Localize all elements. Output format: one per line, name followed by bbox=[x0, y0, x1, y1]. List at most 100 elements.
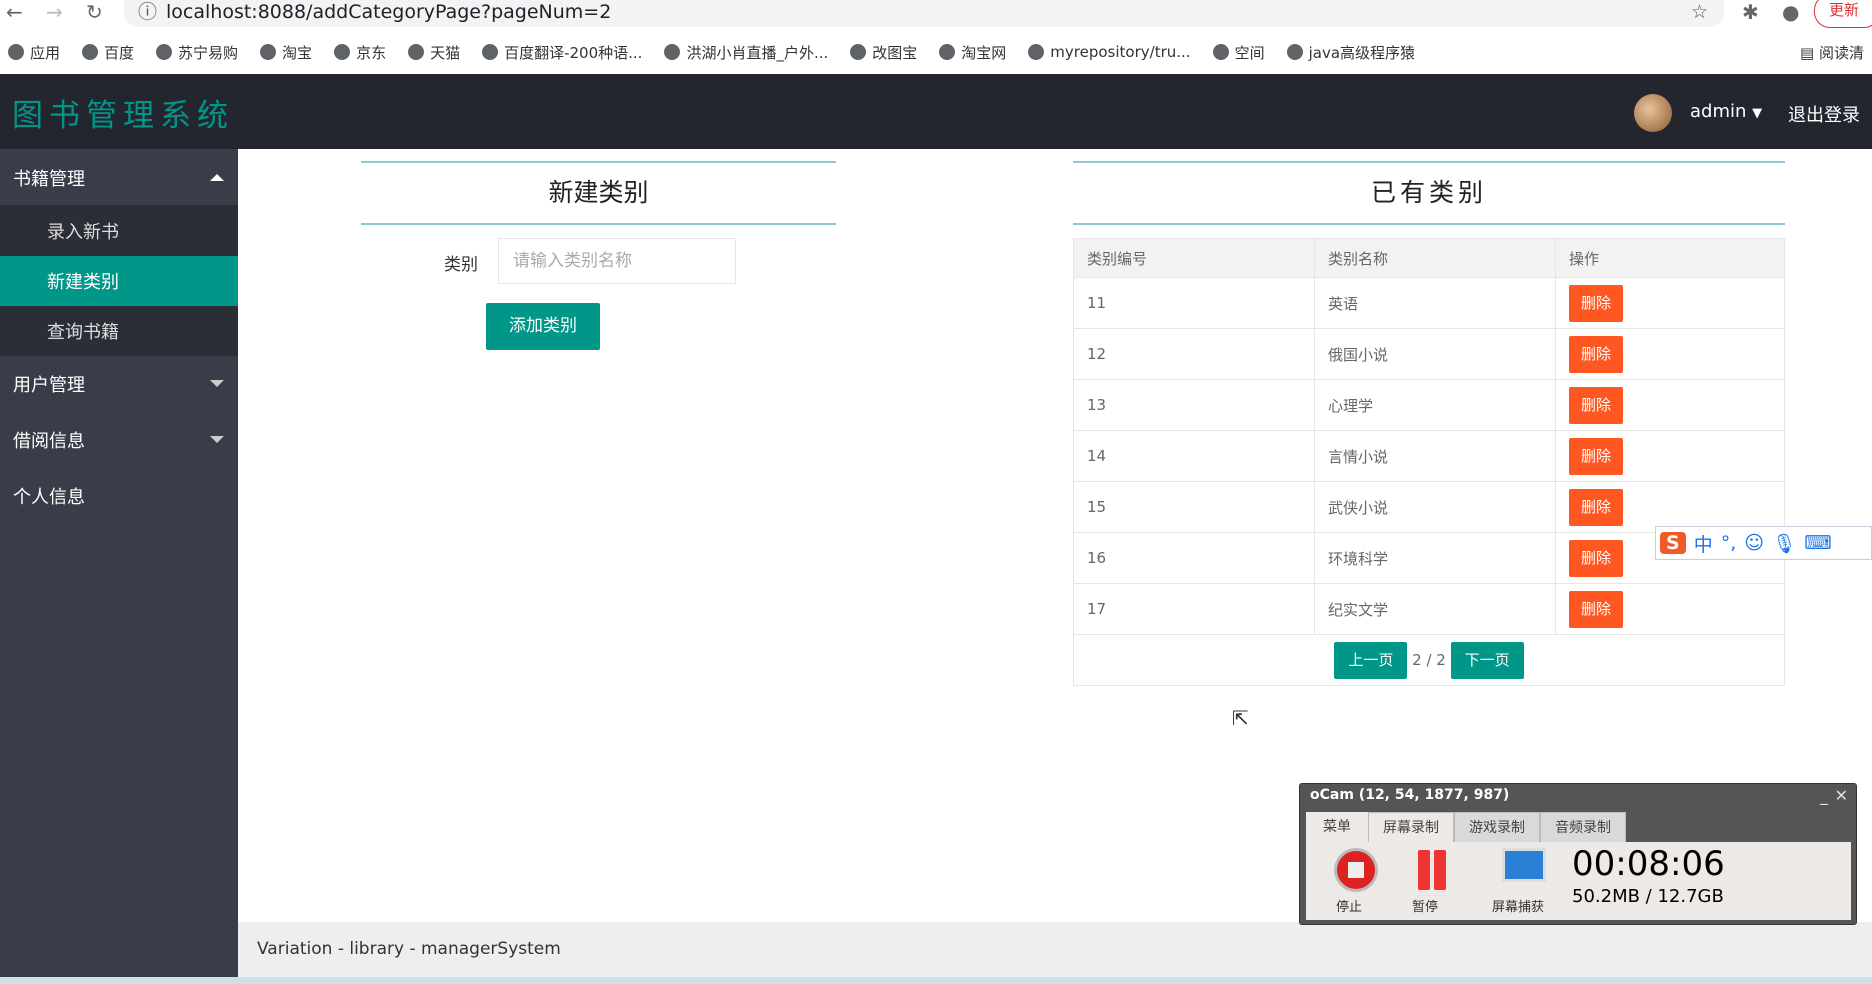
ocam-tab-menu[interactable]: 菜单 bbox=[1306, 812, 1368, 842]
bookmark-item[interactable]: 百度翻译-200种语... bbox=[482, 42, 642, 63]
pagination: 上一页 2 / 2 下一页 bbox=[1073, 634, 1785, 686]
actions-cell: 删除 bbox=[1555, 583, 1785, 635]
bookmark-item[interactable]: 京东 bbox=[334, 42, 386, 63]
pause-label: 暂停 bbox=[1412, 900, 1439, 915]
forward-icon[interactable]: → bbox=[46, 0, 63, 24]
bookmark-icon bbox=[850, 44, 867, 60]
bookmark-item[interactable]: java高级程序猿 bbox=[1286, 42, 1415, 63]
bookmark-item[interactable]: 改图宝 bbox=[850, 42, 917, 63]
sidebar-item-borrow-info[interactable]: 借阅信息 bbox=[0, 411, 238, 468]
address-bar[interactable]: ⓘ localhost:8088/addCategoryPage?pageNum=… bbox=[124, 0, 1724, 27]
category-id: 15 bbox=[1073, 481, 1315, 533]
mouse-cursor-icon: ⇱ bbox=[1232, 706, 1249, 730]
taskbar-strip bbox=[0, 977, 1872, 984]
extensions-icon[interactable]: ✱ bbox=[1742, 0, 1759, 24]
actions-cell: 删除 bbox=[1555, 481, 1785, 533]
footer: Variation - library - managerSystem bbox=[238, 922, 1872, 977]
delete-button[interactable]: 删除 bbox=[1569, 335, 1623, 373]
sidebar-item-book-management[interactable]: 书籍管理 bbox=[0, 150, 238, 205]
bookmark-icon bbox=[664, 44, 681, 60]
minimize-icon[interactable]: _ bbox=[1820, 786, 1828, 805]
delete-button[interactable]: 删除 bbox=[1569, 386, 1623, 424]
sidebar-item-personal-info[interactable]: 个人信息 bbox=[0, 468, 238, 523]
bookmark-label: 淘宝 bbox=[282, 43, 313, 62]
next-page-button[interactable]: 下一页 bbox=[1450, 641, 1524, 679]
close-icon[interactable]: ✕ bbox=[1835, 786, 1848, 805]
user-menu[interactable]: admin ▼ bbox=[1690, 101, 1762, 122]
sidebar-label: 用户管理 bbox=[13, 374, 85, 396]
capture-label: 屏幕捕获 bbox=[1492, 900, 1545, 915]
profile-icon[interactable]: ● bbox=[1782, 0, 1799, 24]
column-header: 类别编号 bbox=[1073, 238, 1315, 278]
actions-cell: 删除 bbox=[1555, 379, 1785, 431]
category-name-input[interactable]: 请输入类别名称 bbox=[498, 238, 736, 284]
delete-button[interactable]: 删除 bbox=[1569, 437, 1623, 475]
back-icon[interactable]: ← bbox=[6, 0, 23, 24]
table-row: 13 心理学 删除 bbox=[1073, 379, 1785, 431]
bookmark-icon bbox=[939, 44, 956, 60]
bookmark-item[interactable]: 百度 bbox=[82, 42, 134, 63]
category-id: 17 bbox=[1073, 583, 1315, 635]
bookmark-item[interactable]: 苏宁易购 bbox=[156, 42, 238, 63]
bookmark-item[interactable]: 应用 bbox=[8, 42, 60, 63]
table-row: 17 纪实文学 删除 bbox=[1073, 583, 1785, 635]
pause-icon[interactable] bbox=[1418, 850, 1430, 890]
bookmark-item[interactable]: 淘宝网 bbox=[939, 42, 1006, 63]
reload-icon[interactable]: ↻ bbox=[86, 0, 103, 24]
ime-toolbar[interactable]: S 中 °, ☺ 🎙 ⌨ bbox=[1655, 526, 1872, 560]
delete-button[interactable]: 删除 bbox=[1569, 488, 1623, 526]
bookmark-item[interactable]: 淘宝 bbox=[260, 42, 312, 63]
star-icon[interactable]: ☆ bbox=[1691, 0, 1708, 25]
avatar[interactable] bbox=[1634, 94, 1672, 132]
sidebar-label: 书籍管理 bbox=[13, 168, 85, 190]
category-id: 14 bbox=[1073, 430, 1315, 482]
bookmark-label: 天猫 bbox=[430, 43, 461, 62]
delete-button[interactable]: 删除 bbox=[1569, 284, 1623, 322]
delete-button[interactable]: 删除 bbox=[1569, 539, 1623, 577]
sidebar-item-search-books[interactable]: 查询书籍 bbox=[0, 306, 238, 356]
logout-link[interactable]: 退出登录 bbox=[1788, 101, 1860, 127]
monitor-icon[interactable] bbox=[1502, 848, 1546, 882]
bookmark-label: 京东 bbox=[356, 43, 387, 62]
caret-down-icon bbox=[210, 436, 224, 443]
ocam-tab-audio[interactable]: 音频录制 bbox=[1540, 812, 1626, 842]
actions-cell: 删除 bbox=[1555, 328, 1785, 380]
stop-label: 停止 bbox=[1336, 900, 1363, 915]
app-header bbox=[0, 74, 1872, 149]
bookmark-item[interactable]: 空间 bbox=[1212, 42, 1265, 63]
bookmark-label: 淘宝网 bbox=[961, 43, 1007, 62]
delete-button[interactable]: 删除 bbox=[1569, 590, 1623, 628]
bookmark-icon bbox=[408, 44, 425, 60]
punctuation-icon[interactable]: °, bbox=[1721, 532, 1737, 554]
ocam-tab-game[interactable]: 游戏录制 bbox=[1454, 812, 1540, 842]
table-row: 14 言情小说 删除 bbox=[1073, 430, 1785, 482]
bookmark-item[interactable]: 洪湖小肖直播_户外... bbox=[664, 42, 828, 63]
reading-list[interactable]: ▤ 阅读清 bbox=[1800, 42, 1864, 63]
pause-icon-bar bbox=[1434, 850, 1446, 890]
bookmark-icon bbox=[8, 44, 24, 60]
sidebar-item-new-category[interactable]: 新建类别 bbox=[0, 256, 238, 306]
sidebar-item-add-book[interactable]: 录入新书 bbox=[0, 205, 238, 256]
sidebar-label: 查询书籍 bbox=[47, 322, 119, 343]
sidebar: 书籍管理 录入新书 新建类别 查询书籍 用户管理 借阅信息 个人信息 bbox=[0, 149, 238, 984]
caret-down-icon bbox=[210, 380, 224, 387]
bookmark-item[interactable]: myrepository/tru... bbox=[1028, 43, 1191, 61]
add-category-button[interactable]: 添加类别 bbox=[486, 303, 600, 350]
stop-icon[interactable] bbox=[1334, 848, 1378, 892]
ime-mode[interactable]: 中 bbox=[1694, 530, 1713, 557]
bookmark-icon bbox=[82, 44, 99, 60]
bookmark-label: 百度翻译-200种语... bbox=[504, 43, 643, 62]
prev-page-button[interactable]: 上一页 bbox=[1334, 641, 1408, 679]
actions-cell: 删除 bbox=[1555, 277, 1785, 329]
keyboard-icon[interactable]: ⌨ bbox=[1804, 532, 1831, 554]
update-button[interactable]: 更新 bbox=[1814, 0, 1872, 28]
bookmark-item[interactable]: 天猫 bbox=[408, 42, 460, 63]
category-name: 英语 bbox=[1314, 277, 1556, 329]
ocam-tab-screen[interactable]: 屏幕录制 bbox=[1368, 812, 1454, 842]
app-logo: 图书管理系统 bbox=[12, 98, 234, 134]
table-row: 12 俄国小说 删除 bbox=[1073, 328, 1785, 380]
microphone-icon[interactable]: 🎙 bbox=[1772, 532, 1796, 555]
emoji-icon[interactable]: ☺ bbox=[1744, 532, 1764, 554]
new-category-panel: 新建类别 bbox=[361, 161, 836, 225]
sidebar-item-user-management[interactable]: 用户管理 bbox=[0, 356, 238, 411]
